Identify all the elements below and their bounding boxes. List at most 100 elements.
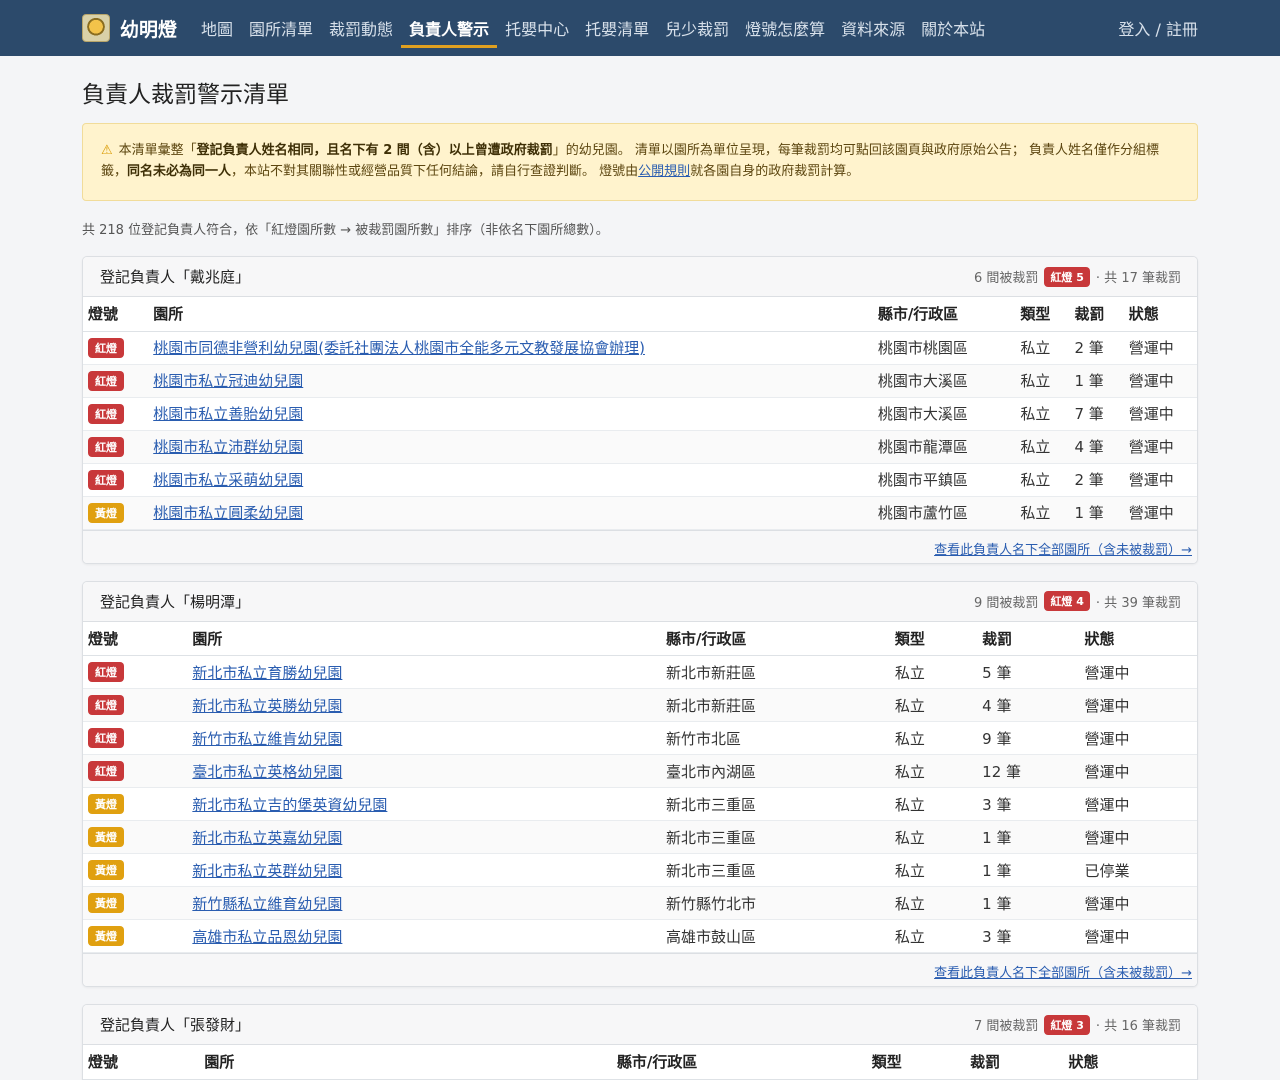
type-cell: 私立 <box>889 919 978 953</box>
table-row: 黃燈 新竹縣私立維育幼兒園 新竹縣竹北市 私立 1 筆 營運中 <box>83 886 1197 920</box>
table-row: 黃燈 新北市私立英群幼兒園 新北市三重區 私立 1 筆 已停業 <box>83 853 1197 887</box>
penalty-count-cell: 4 筆 <box>1069 430 1124 464</box>
table-row: 紅燈 桃園市同德非營利幼兒園(委託社團法人桃園市全能多元文教發展協會辦理) 桃園… <box>83 331 1197 365</box>
kindergarten-link[interactable]: 桃園市私立圓柔幼兒園 <box>153 504 303 522</box>
kindergarten-link[interactable]: 桃園市私立采萌幼兒園 <box>153 471 303 489</box>
column-header: 園所 <box>148 297 873 332</box>
light-badge: 黃燈 <box>88 502 124 523</box>
group-stats: 6 間被裁罰 紅燈 5 · 共 17 筆裁罰 <box>974 266 1181 287</box>
table-row: 黃燈 新北市私立英嘉幼兒園 新北市三重區 私立 1 筆 營運中 <box>83 820 1197 854</box>
region-cell: 新竹市北區 <box>661 721 890 755</box>
light-cell: 黃燈 <box>83 820 188 854</box>
kindergarten-link[interactable]: 桃園市同德非營利幼兒園(委託社團法人桃園市全能多元文教發展協會辦理) <box>153 339 645 357</box>
region-cell: 新北市三重區 <box>661 853 890 887</box>
view-all-kindergartens-link[interactable]: 查看此負責人名下全部園所（含未被裁罰）→ <box>934 966 1192 981</box>
type-cell: 私立 <box>889 655 978 689</box>
light-badge: 黃燈 <box>88 893 124 913</box>
status-cell: 已停業 <box>1079 853 1197 887</box>
kindergarten-link[interactable]: 臺北市私立英格幼兒園 <box>192 763 342 781</box>
penalty-count-cell: 1 筆 <box>977 820 1080 854</box>
column-header: 狀態 <box>1063 1045 1197 1080</box>
type-cell: 私立 <box>889 886 978 920</box>
kindergarten-link[interactable]: 新北市私立英嘉幼兒園 <box>192 829 342 847</box>
penalty-count-cell: 1 筆 <box>977 853 1080 887</box>
light-cell: 紅燈 <box>83 397 149 431</box>
light-badge: 黃燈 <box>88 794 124 814</box>
penalty-count-cell: 2 筆 <box>1069 463 1124 497</box>
penalty-count-cell: 2 筆 <box>1069 331 1124 365</box>
region-cell: 新竹縣竹北市 <box>661 886 890 920</box>
total-penalty-count: · 共 39 筆裁罰 <box>1095 595 1181 611</box>
light-cell: 紅燈 <box>83 364 149 398</box>
kindergarten-link[interactable]: 桃園市私立沛群幼兒園 <box>153 438 303 456</box>
kindergarten-link[interactable]: 新竹縣私立維育幼兒園 <box>192 895 342 913</box>
nav-item[interactable]: 裁罰動態 <box>321 0 401 56</box>
region-cell: 新北市三重區 <box>661 820 890 854</box>
table-row: 紅燈 臺北市私立英格幼兒園 臺北市內湖區 私立 12 筆 營運中 <box>83 754 1197 788</box>
kindergarten-table: 燈號園所縣市/行政區類型裁罰狀態紅燈 新竹縣私立薇妮幼兒園 新竹縣竹北市 私立 … <box>83 1045 1197 1080</box>
nav-item[interactable]: 托嬰中心 <box>497 0 577 56</box>
view-all-kindergartens-link[interactable]: 查看此負責人名下全部園所（含未被裁罰）→ <box>934 543 1192 558</box>
result-summary: 共 218 位登記負責人符合，依「紅燈園所數 → 被裁罰園所數」排序（非依名下園… <box>82 223 609 238</box>
region-cell: 桃園市龍潭區 <box>872 430 1016 464</box>
red-light-count-badge: 紅燈 3 <box>1044 1014 1090 1035</box>
nav-item[interactable]: 地圖 <box>193 0 241 56</box>
login-register-link[interactable]: 登入 / 註冊 <box>1118 16 1198 40</box>
nav-item[interactable]: 資料來源 <box>833 0 913 56</box>
kindergarten-link[interactable]: 新竹市私立維肯幼兒園 <box>192 730 342 748</box>
region-cell: 新北市新莊區 <box>661 688 890 722</box>
penalty-count-cell: 4 筆 <box>977 688 1080 722</box>
column-header: 裁罰 <box>1069 297 1124 332</box>
total-penalty-count: · 共 17 筆裁罰 <box>1095 271 1181 286</box>
punished-count: 7 間被裁罰 <box>974 1019 1039 1034</box>
card-footer: 查看此負責人名下全部園所（含未被裁罰）→ <box>83 953 1197 986</box>
brand-name: 幼明燈 <box>120 18 178 41</box>
owner-group-card: 登記負責人「戴兆庭」 6 間被裁罰 紅燈 5 · 共 17 筆裁罰 燈號 園所 縣市… <box>82 256 1198 564</box>
type-cell: 私立 <box>889 820 978 854</box>
kindergarten-link[interactable]: 桃園市私立冠迪幼兒園 <box>153 372 303 390</box>
nav-item[interactable]: 負責人警示 <box>401 0 498 56</box>
status-cell: 營運中 <box>1079 886 1197 920</box>
penalty-count-cell: 1 筆 <box>1069 364 1124 398</box>
column-header: 類型 <box>866 1045 966 1080</box>
nav-item[interactable]: 關於本站 <box>913 0 993 56</box>
column-header: 裁罰 <box>965 1045 1064 1080</box>
penalty-count-cell: 1 筆 <box>1069 496 1124 530</box>
table-row: 紅燈 新竹市私立維肯幼兒園 新竹市北區 私立 9 筆 營運中 <box>83 721 1197 755</box>
public-rules-link[interactable]: 公開規則 <box>638 164 690 179</box>
name-cell: 桃園市私立善貽幼兒園 <box>148 397 873 431</box>
region-cell: 桃園市大溪區 <box>872 397 1016 431</box>
total-penalty-count: · 共 16 筆裁罰 <box>1095 1019 1181 1034</box>
status-cell: 營運中 <box>1123 364 1197 398</box>
owner-group-card: 登記負責人「張發財」 7 間被裁罰 紅燈 3 · 共 16 筆裁罰 燈號 園所 縣市… <box>82 1004 1198 1080</box>
kindergarten-link[interactable]: 高雄市私立品恩幼兒園 <box>192 928 342 946</box>
nav-item[interactable]: 園所清單 <box>241 0 321 56</box>
column-header: 園所 <box>199 1045 612 1080</box>
card-header: 登記負責人「楊明潭」 9 間被裁罰 紅燈 4 · 共 39 筆裁罰 <box>83 581 1197 622</box>
light-cell: 紅燈 <box>83 430 149 464</box>
light-cell: 黃燈 <box>83 919 188 953</box>
column-header: 狀態 <box>1123 297 1197 332</box>
brand[interactable]: 幼明燈 <box>82 14 177 42</box>
kindergarten-link[interactable]: 新北市私立英勝幼兒園 <box>192 697 342 715</box>
name-cell: 新北市私立英嘉幼兒園 <box>187 820 662 854</box>
light-badge: 黃燈 <box>88 827 124 847</box>
status-cell: 營運中 <box>1123 331 1197 365</box>
nav-item[interactable]: 燈號怎麼算 <box>737 0 833 56</box>
owner-name-title: 登記負責人「戴兆庭」 <box>100 268 251 286</box>
kindergarten-link[interactable]: 新北市私立吉的堡英資幼兒園 <box>192 796 387 814</box>
kindergarten-link[interactable]: 新北市私立英群幼兒園 <box>192 862 342 880</box>
nav-item[interactable]: 兒少裁罰 <box>657 0 737 56</box>
table-row: 紅燈 新北市私立英勝幼兒園 新北市新莊區 私立 4 筆 營運中 <box>83 688 1197 722</box>
status-cell: 營運中 <box>1079 721 1197 755</box>
owner-group-card: 登記負責人「楊明潭」 9 間被裁罰 紅燈 4 · 共 39 筆裁罰 燈號 園所 縣市… <box>82 580 1198 987</box>
nav-item[interactable]: 托嬰清單 <box>577 0 657 56</box>
light-cell: 紅燈 <box>83 688 188 722</box>
status-cell: 營運中 <box>1079 655 1197 689</box>
kindergarten-link[interactable]: 新北市私立育勝幼兒園 <box>192 664 342 682</box>
region-cell: 臺北市內湖區 <box>661 754 890 788</box>
kindergarten-link[interactable]: 桃園市私立善貽幼兒園 <box>153 405 303 423</box>
region-cell: 桃園市蘆竹區 <box>872 496 1016 530</box>
type-cell: 私立 <box>1015 463 1070 497</box>
penalty-count-cell: 9 筆 <box>977 721 1080 755</box>
